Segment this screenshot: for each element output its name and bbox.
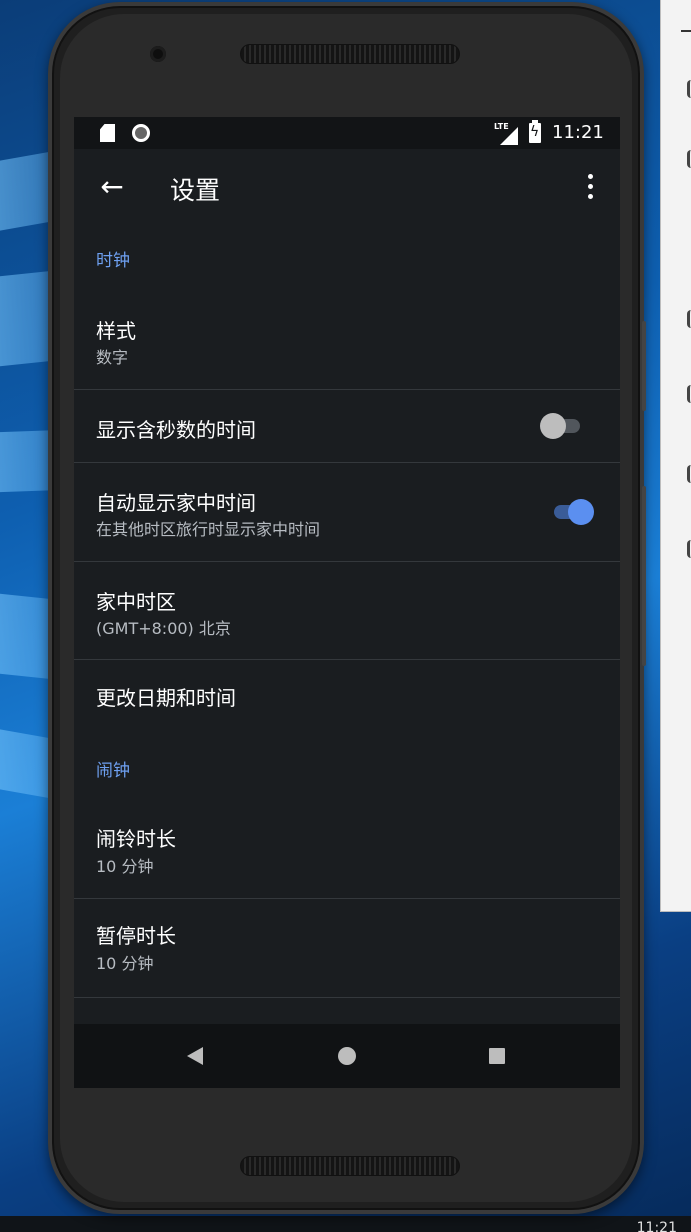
setting-change-datetime[interactable]: 更改日期和时间 xyxy=(74,660,620,732)
sync-icon xyxy=(132,124,150,142)
setting-style-title: 样式 xyxy=(96,319,136,343)
setting-auto-home-clock[interactable]: 自动显示家中时间 在其他时区旅行时显示家中时间 xyxy=(74,463,620,561)
battery-charging-icon xyxy=(529,120,541,143)
status-time: 11:21 xyxy=(552,122,604,143)
setting-snooze-duration-value: 10 分钟 xyxy=(96,954,154,973)
nav-back-icon[interactable] xyxy=(187,1047,203,1065)
power-button[interactable] xyxy=(642,321,646,411)
taskbar: 11:21 xyxy=(0,1216,691,1232)
more-vert-icon[interactable] xyxy=(568,165,612,209)
front-camera xyxy=(150,46,166,62)
section-header-alarm: 闹钟 xyxy=(96,761,130,781)
setting-style-value: 数字 xyxy=(96,348,129,367)
background-window[interactable] xyxy=(660,0,691,912)
sd-card-icon xyxy=(100,124,115,142)
setting-home-timezone[interactable]: 家中时区 (GMT+8:00) 北京 xyxy=(74,562,620,660)
show-seconds-toggle[interactable] xyxy=(540,411,584,441)
window-glyph-icon xyxy=(687,465,691,483)
section-header-clock: 时钟 xyxy=(96,251,130,271)
page-title: 设置 xyxy=(170,176,221,205)
lte-signal-icon: LTE xyxy=(494,122,518,145)
setting-alarm-duration-title: 闹铃时长 xyxy=(96,827,176,851)
lte-label: LTE xyxy=(494,122,509,131)
setting-alarm-duration-value: 10 分钟 xyxy=(96,857,154,876)
phone-screen: LTE 11:21 ← 设置 时钟 样式 数字 显示含秒数的时间 自动显示家中时… xyxy=(74,117,620,1088)
top-speaker xyxy=(240,44,460,64)
auto-home-clock-toggle[interactable] xyxy=(550,497,594,527)
window-glyph-icon xyxy=(687,80,691,98)
setting-show-seconds[interactable]: 显示含秒数的时间 xyxy=(74,390,620,462)
app-bar: ← 设置 xyxy=(74,149,620,225)
nav-recents-icon[interactable] xyxy=(489,1048,505,1064)
setting-auto-home-clock-subtitle: 在其他时区旅行时显示家中时间 xyxy=(96,520,321,539)
arrow-left-icon[interactable]: ← xyxy=(90,165,134,209)
nav-home-icon[interactable] xyxy=(338,1047,356,1065)
setting-home-timezone-title: 家中时区 xyxy=(96,590,176,614)
status-bar: LTE 11:21 xyxy=(74,117,620,149)
window-glyph-icon xyxy=(687,540,691,558)
setting-show-seconds-title: 显示含秒数的时间 xyxy=(96,418,256,442)
navigation-bar xyxy=(74,1024,620,1088)
window-glyph-icon xyxy=(687,150,691,168)
setting-alarm-duration[interactable]: 闹铃时长 10 分钟 xyxy=(74,803,620,898)
volume-button[interactable] xyxy=(642,486,646,666)
divider xyxy=(74,997,620,998)
setting-change-datetime-title: 更改日期和时间 xyxy=(96,686,236,710)
setting-auto-home-clock-title: 自动显示家中时间 xyxy=(96,491,256,515)
window-glyph-icon xyxy=(687,385,691,403)
setting-home-timezone-value: (GMT+8:00) 北京 xyxy=(96,619,231,638)
window-glyph-icon xyxy=(687,310,691,328)
bottom-speaker xyxy=(240,1156,460,1176)
taskbar-clock: 11:21 xyxy=(636,1220,677,1232)
setting-style[interactable]: 样式 数字 xyxy=(74,297,620,389)
setting-snooze-duration[interactable]: 暂停时长 10 分钟 xyxy=(74,899,620,997)
minimize-icon[interactable] xyxy=(681,30,691,32)
setting-snooze-duration-title: 暂停时长 xyxy=(96,924,176,948)
